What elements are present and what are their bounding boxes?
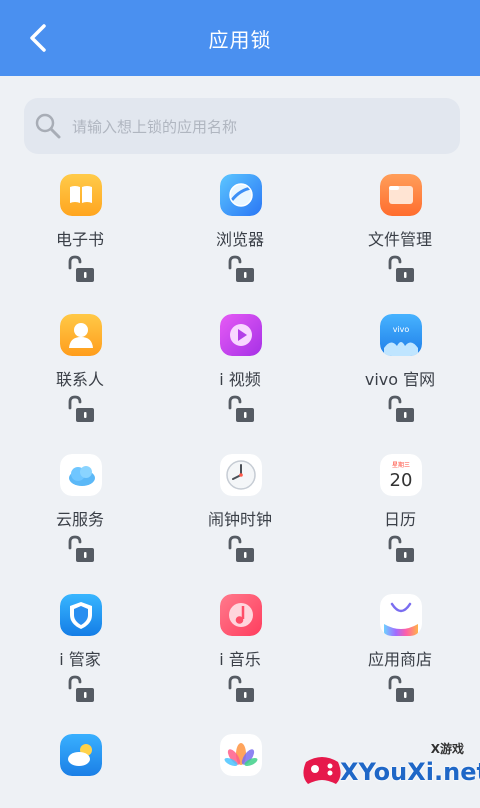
gallery-flower-icon	[220, 734, 262, 776]
cloud-service-icon	[60, 454, 102, 496]
unlock-icon[interactable]	[64, 394, 98, 426]
back-arrow-icon[interactable]	[22, 20, 58, 56]
app-item-music[interactable]: i 音乐	[160, 588, 320, 728]
unlock-icon[interactable]	[384, 534, 418, 566]
watermark-small-text: X游戏	[431, 740, 464, 757]
calendar-weekday: 星期三	[392, 461, 410, 469]
unlock-icon[interactable]	[224, 394, 258, 426]
app-header: 应用锁	[0, 0, 480, 76]
app-item-browser[interactable]: 浏览器	[160, 168, 320, 308]
watermark-text: XYouXi.net	[340, 758, 480, 786]
app-label: 日历	[320, 506, 480, 530]
app-label: 文件管理	[320, 226, 480, 250]
site-watermark: XYouXi.net X游戏	[300, 736, 470, 792]
app-item-gallery[interactable]	[160, 728, 320, 808]
app-item-cloud-service[interactable]: 云服务	[0, 448, 160, 588]
unlock-icon[interactable]	[224, 534, 258, 566]
gamepad-logo-icon	[300, 750, 344, 790]
vivo-logo-text: vivo	[393, 325, 410, 334]
weather-icon	[60, 734, 102, 776]
browser-icon	[220, 174, 262, 216]
app-label: vivo 官网	[320, 366, 480, 390]
app-item-manager[interactable]: i 管家	[0, 588, 160, 728]
app-item-vivo-official[interactable]: vivo vivo 官网	[320, 308, 480, 448]
unlock-icon[interactable]	[64, 674, 98, 706]
unlock-icon[interactable]	[224, 674, 258, 706]
app-label: 云服务	[0, 506, 160, 530]
video-icon	[220, 314, 262, 356]
app-label: i 音乐	[160, 646, 320, 670]
app-label: 应用商店	[320, 646, 480, 670]
file-manager-icon	[380, 174, 422, 216]
app-item-video[interactable]: i 视频	[160, 308, 320, 448]
app-label: i 管家	[0, 646, 160, 670]
app-store-icon	[380, 594, 422, 636]
app-item-weather[interactable]	[0, 728, 160, 808]
unlock-icon[interactable]	[64, 254, 98, 286]
unlock-icon[interactable]	[224, 254, 258, 286]
clock-icon	[220, 454, 262, 496]
unlock-icon[interactable]	[384, 394, 418, 426]
music-icon	[220, 594, 262, 636]
app-label: 电子书	[0, 226, 160, 250]
app-label: 闹钟时钟	[160, 506, 320, 530]
app-item-clock[interactable]: 闹钟时钟	[160, 448, 320, 588]
unlock-icon[interactable]	[384, 254, 418, 286]
app-label: 浏览器	[160, 226, 320, 250]
unlock-icon[interactable]	[64, 534, 98, 566]
app-item-app-store[interactable]: 应用商店	[320, 588, 480, 728]
search-input[interactable]	[70, 108, 454, 146]
calendar-icon: 星期三 20	[380, 454, 422, 496]
app-item-ebook[interactable]: 电子书	[0, 168, 160, 308]
app-item-calendar[interactable]: 星期三 20 日历	[320, 448, 480, 588]
calendar-day: 20	[390, 470, 413, 491]
page-title: 应用锁	[0, 0, 480, 76]
manager-shield-icon	[60, 594, 102, 636]
unlock-icon[interactable]	[384, 674, 418, 706]
search-bar[interactable]	[24, 98, 460, 154]
search-icon	[32, 110, 64, 142]
app-item-contacts[interactable]: 联系人	[0, 308, 160, 448]
vivo-official-icon: vivo	[380, 314, 422, 356]
ebook-icon	[60, 174, 102, 216]
app-label: 联系人	[0, 366, 160, 390]
contacts-icon	[60, 314, 102, 356]
app-label: i 视频	[160, 366, 320, 390]
app-item-file-manager[interactable]: 文件管理	[320, 168, 480, 308]
